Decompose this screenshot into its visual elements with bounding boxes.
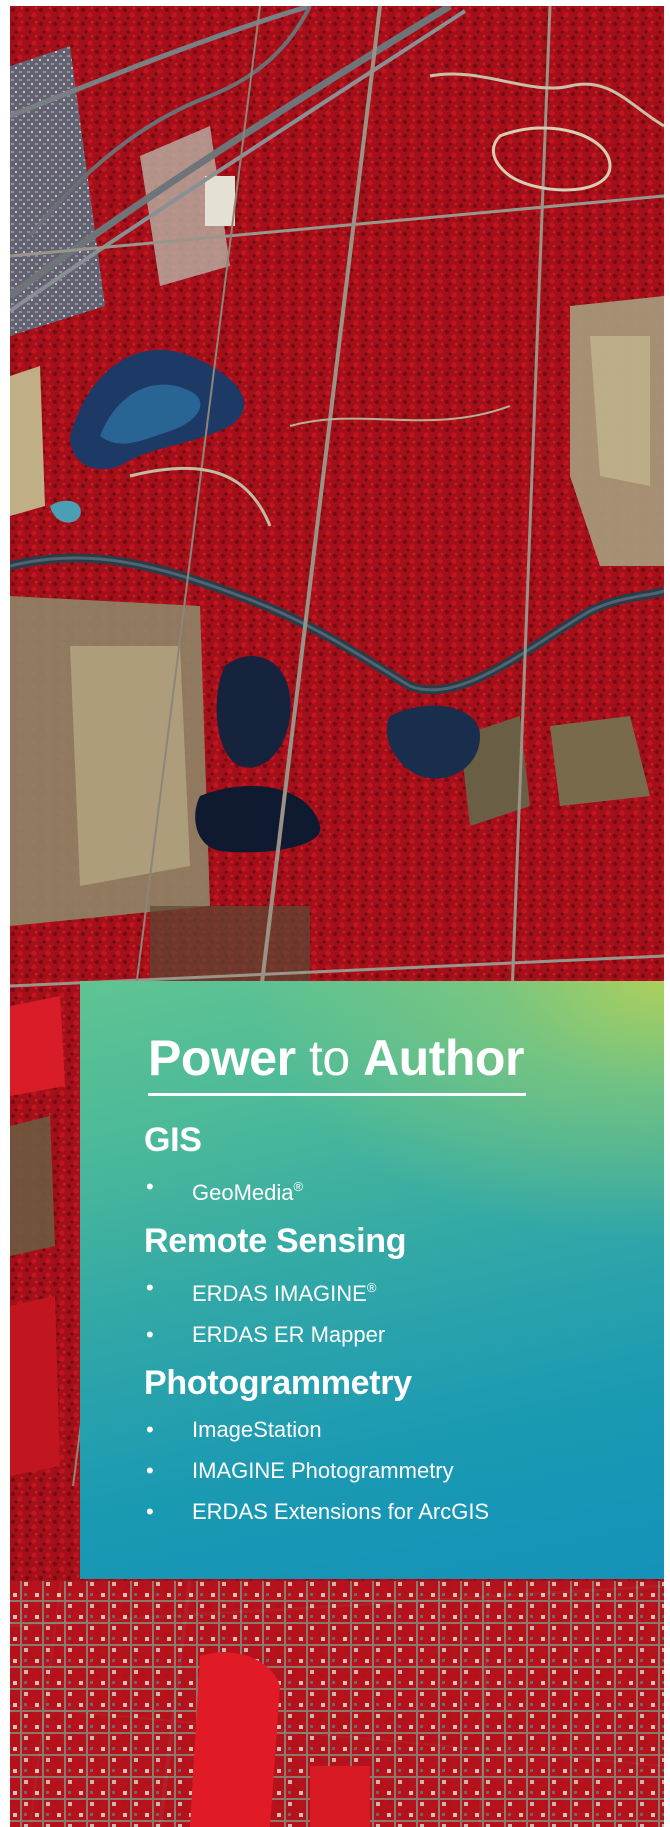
title-word-power: Power (148, 1030, 296, 1086)
bullet-icon: • (146, 1322, 154, 1347)
product-name: IMAGINE Photogrammetry (192, 1458, 454, 1483)
title-underline (148, 1093, 526, 1096)
bullet-icon: • (146, 1499, 154, 1524)
section-heading-remote-sensing: Remote Sensing (144, 1222, 407, 1260)
section-gis: GIS • GeoMedia® (144, 1120, 664, 1213)
bullet-icon: • (146, 1174, 154, 1199)
bullet-icon: • (146, 1417, 154, 1442)
product-list-remote-sensing: • ERDAS IMAGINE® • ERDAS ER Mapper (144, 1267, 664, 1355)
title-word-author: Author (363, 1030, 524, 1086)
product-panel: Power to Author GIS • GeoMedia® Remote S… (80, 981, 664, 1579)
product-name: ImageStation (192, 1417, 322, 1442)
product-name: GeoMedia (192, 1180, 294, 1205)
bullet-icon: • (146, 1275, 154, 1300)
panel-title: Power to Author (148, 1029, 664, 1087)
product-list-gis: • GeoMedia® (144, 1166, 664, 1213)
section-photogrammetry: Photogrammetry • ImageStation • IMAGINE … (144, 1363, 664, 1532)
list-item: • ERDAS IMAGINE® (144, 1267, 664, 1314)
product-name: ERDAS ER Mapper (192, 1322, 386, 1347)
section-remote-sensing: Remote Sensing • ERDAS IMAGINE® • ERDAS … (144, 1221, 664, 1355)
product-list-photogrammetry: • ImageStation • IMAGINE Photogrammetry … (144, 1409, 664, 1532)
product-name: ERDAS Extensions for ArcGIS (192, 1499, 490, 1524)
registered-mark: ® (366, 1280, 377, 1295)
registered-mark: ® (293, 1179, 304, 1194)
list-item: • IMAGINE Photogrammetry (144, 1450, 664, 1491)
section-heading-photogrammetry: Photogrammetry (144, 1364, 412, 1402)
section-heading-gis: GIS (144, 1121, 202, 1159)
brochure-page: Power to Author GIS • GeoMedia® Remote S… (0, 0, 670, 1827)
list-item: • ERDAS ER Mapper (144, 1314, 664, 1355)
list-item: • ERDAS Extensions for ArcGIS (144, 1491, 664, 1532)
list-item: • GeoMedia® (144, 1166, 664, 1213)
product-name: ERDAS IMAGINE (192, 1281, 367, 1306)
title-word-to: to (308, 1030, 350, 1086)
list-item: • ImageStation (144, 1409, 664, 1450)
bullet-icon: • (146, 1458, 154, 1483)
